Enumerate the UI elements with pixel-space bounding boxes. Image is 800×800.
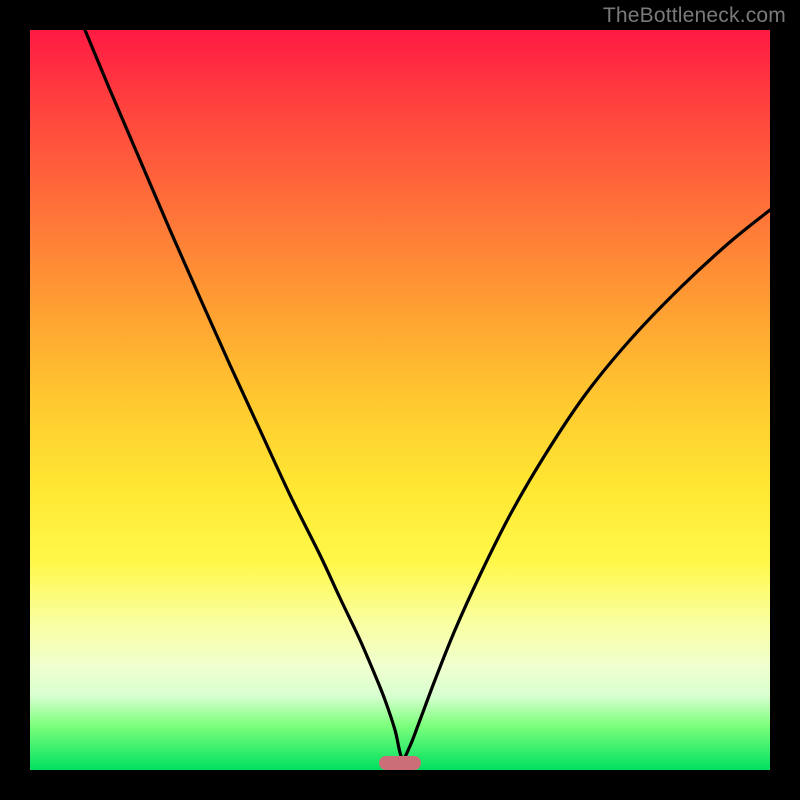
plot-area [30, 30, 770, 770]
chart-container: TheBottleneck.com [0, 0, 800, 800]
bottleneck-curve [30, 30, 770, 770]
watermark-text: TheBottleneck.com [603, 4, 786, 28]
bottleneck-marker [379, 756, 421, 770]
